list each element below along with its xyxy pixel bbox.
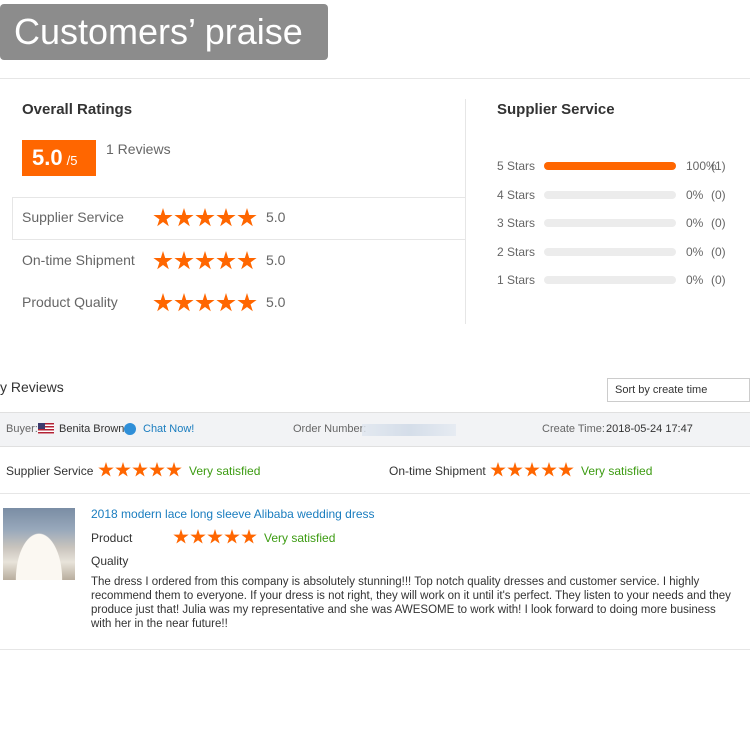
- star-row-percent: 0%: [686, 245, 704, 259]
- metric-label-supplier-service: Supplier Service: [22, 209, 124, 225]
- star-icon: [216, 251, 236, 270]
- metric-label-on-time-shipment: On-time Shipment: [22, 252, 135, 268]
- star-icon: [524, 462, 540, 477]
- overall-ratings-heading: Overall Ratings: [22, 101, 133, 118]
- star-icon: [153, 251, 173, 270]
- star-distribution-bar: [544, 276, 676, 284]
- product-title-link[interactable]: 2018 modern lace long sleeve Alibaba wed…: [91, 507, 375, 521]
- star-row-label: 4 Stars: [497, 188, 536, 202]
- star-icon: [173, 529, 189, 544]
- sort-select[interactable]: Sort by create time: [607, 378, 750, 402]
- divider: [12, 239, 466, 240]
- product-quality-label: Product: [91, 531, 133, 545]
- star-icon: [195, 293, 215, 312]
- star-icon: [153, 293, 173, 312]
- overall-score-badge: 5.0/5: [22, 140, 96, 176]
- star-row-label: 3 Stars: [497, 216, 536, 230]
- reviews-count: 1 Reviews: [106, 141, 171, 157]
- reviews-heading: y Reviews: [0, 379, 64, 395]
- review-text: The dress I ordered from this company is…: [91, 576, 731, 630]
- divider: [465, 99, 466, 324]
- star-icon: [153, 208, 173, 227]
- star-icon: [195, 251, 215, 270]
- us-flag-icon: [38, 423, 54, 434]
- metric-value-supplier-service: 5.0: [266, 209, 286, 225]
- star-row-label: 1 Stars: [497, 273, 536, 287]
- star-icon: [541, 462, 557, 477]
- star-row-label: 2 Stars: [497, 245, 536, 259]
- star-icon: [224, 529, 240, 544]
- star-distribution-bar: [544, 248, 676, 256]
- chat-now-link[interactable]: Chat Now!: [143, 423, 194, 435]
- metric-value-on-time-shipment: 5.0: [266, 252, 286, 268]
- star-icon: [216, 293, 236, 312]
- star-row-label: 5 Stars: [497, 159, 536, 173]
- star-row-count: (0): [711, 216, 726, 230]
- chat-icon[interactable]: [124, 423, 136, 435]
- metric-label-product-quality: Product Quality: [22, 294, 118, 310]
- bar-fill: [544, 162, 676, 170]
- divider: [12, 197, 13, 240]
- metric-stars-product-quality: [153, 293, 257, 313]
- star-row-count: (0): [711, 188, 726, 202]
- product-thumbnail[interactable]: [3, 508, 75, 580]
- divider: [0, 493, 750, 494]
- order-number-label: Order Number:: [293, 423, 367, 435]
- star-icon: [174, 251, 194, 270]
- order-number-redacted: [362, 424, 456, 436]
- star-icon: [195, 208, 215, 227]
- review-supplier-service-rating: Very satisfied: [189, 464, 261, 478]
- star-icon: [216, 208, 236, 227]
- divider: [0, 78, 750, 79]
- star-icon: [237, 208, 257, 227]
- metric-stars-on-time-shipment: [153, 251, 257, 271]
- star-icon: [149, 462, 165, 477]
- divider: [12, 197, 466, 198]
- star-icon: [241, 529, 257, 544]
- create-time-value: 2018-05-24 17:47: [606, 423, 693, 435]
- star-icon: [166, 462, 182, 477]
- product-quality-stars: [173, 529, 257, 545]
- star-icon: [174, 293, 194, 312]
- star-icon: [174, 208, 194, 227]
- star-icon: [207, 529, 223, 544]
- buyer-name: Benita Brown: [59, 423, 125, 435]
- star-icon: [190, 529, 206, 544]
- star-distribution-bar: [544, 219, 676, 227]
- product-quality-label-2: Quality: [91, 554, 129, 568]
- overall-score-scale: /5: [66, 153, 78, 168]
- star-row-count: (1): [711, 159, 726, 173]
- star-icon: [237, 293, 257, 312]
- star-icon: [98, 462, 114, 477]
- star-icon: [507, 462, 523, 477]
- create-time-label: Create Time:: [542, 423, 605, 435]
- review-supplier-service-stars: [98, 462, 182, 478]
- review-shipment-rating: Very satisfied: [581, 464, 653, 478]
- page-banner: Customers’ praise: [0, 4, 328, 60]
- buyer-label: Buyer:: [6, 423, 38, 435]
- star-distribution-bar: [544, 162, 676, 170]
- star-icon: [237, 251, 257, 270]
- review-shipment-stars: [490, 462, 574, 478]
- supplier-service-heading: Supplier Service: [497, 101, 615, 118]
- star-icon: [115, 462, 131, 477]
- metric-value-product-quality: 5.0: [266, 294, 286, 310]
- star-row-count: (0): [711, 273, 726, 287]
- star-icon: [132, 462, 148, 477]
- review-supplier-service-label: Supplier Service: [6, 464, 94, 478]
- star-row-percent: 0%: [686, 188, 704, 202]
- sort-select-value: Sort by create time: [615, 384, 708, 396]
- review-shipment-label: On-time Shipment: [389, 464, 486, 478]
- star-icon: [490, 462, 506, 477]
- divider: [0, 649, 750, 650]
- overall-score: 5.0: [32, 145, 63, 170]
- star-icon: [558, 462, 574, 477]
- star-row-percent: 0%: [686, 273, 704, 287]
- star-distribution-bar: [544, 191, 676, 199]
- metric-stars-supplier-service: [153, 208, 257, 228]
- star-row-count: (0): [711, 245, 726, 259]
- star-row-percent: 0%: [686, 216, 704, 230]
- product-quality-rating: Very satisfied: [264, 531, 336, 545]
